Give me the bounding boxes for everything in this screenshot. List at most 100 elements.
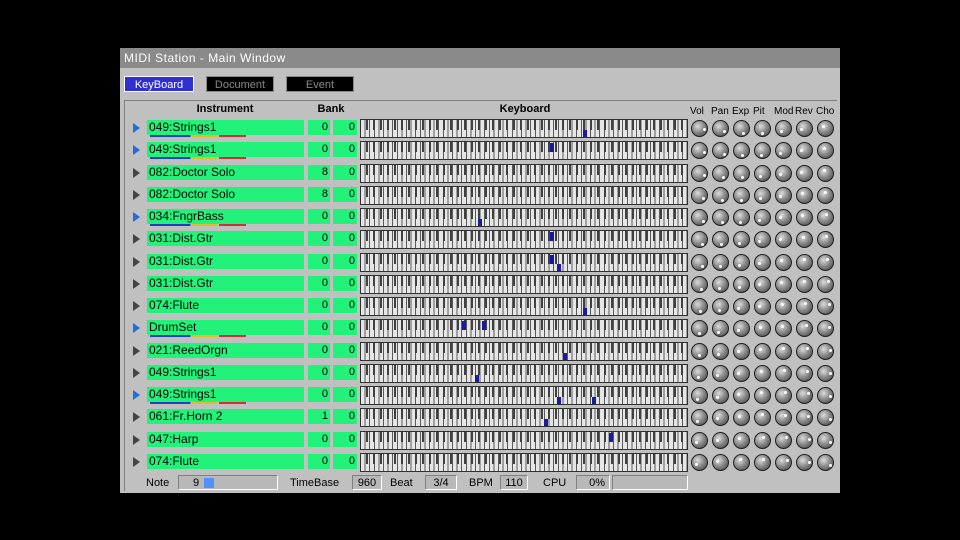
knob-cho[interactable] (817, 431, 834, 449)
knob-exp[interactable] (733, 342, 750, 360)
knob-rev[interactable] (796, 298, 813, 315)
knob-pan[interactable] (712, 142, 729, 160)
knob-cho[interactable] (817, 342, 834, 360)
bank-msb[interactable]: 1 (308, 409, 330, 425)
knob-pit[interactable] (754, 320, 771, 338)
knob-mod[interactable] (775, 120, 792, 137)
bank-lsb[interactable]: 0 (333, 186, 357, 202)
bank-lsb[interactable]: 0 (333, 253, 357, 269)
knob-pan[interactable] (712, 120, 729, 137)
instrument-name[interactable]: 061:Fr.Horn 2 (147, 409, 304, 425)
knob-mod[interactable] (775, 275, 792, 293)
knob-cho[interactable] (817, 231, 834, 249)
knob-rev[interactable] (796, 164, 813, 182)
knob-exp[interactable] (733, 298, 750, 315)
piano-keyboard[interactable] (360, 408, 688, 428)
bank-lsb[interactable]: 0 (333, 364, 357, 380)
knob-pit[interactable] (754, 364, 771, 382)
instrument-name[interactable]: 021:ReedOrgn (147, 342, 304, 358)
bank-msb[interactable]: 0 (308, 453, 330, 469)
knob-mod[interactable] (775, 453, 792, 471)
piano-keyboard[interactable] (360, 363, 688, 383)
knob-pit[interactable] (754, 120, 771, 137)
knob-rev[interactable] (796, 253, 813, 271)
piano-keyboard[interactable] (360, 386, 688, 405)
bank-lsb[interactable]: 0 (333, 142, 357, 158)
piano-keyboard[interactable] (360, 230, 688, 250)
bank-msb[interactable]: 0 (308, 320, 330, 336)
knob-vol[interactable] (691, 431, 708, 449)
track-arrow-icon[interactable] (133, 367, 140, 378)
knob-rev[interactable] (796, 342, 813, 360)
piano-keyboard[interactable] (360, 297, 688, 316)
knob-exp[interactable] (733, 231, 750, 249)
instrument-name[interactable]: 049:Strings1 (147, 387, 304, 402)
knob-vol[interactable] (691, 253, 708, 271)
knob-cho[interactable] (817, 364, 834, 382)
bank-msb[interactable]: 0 (308, 364, 330, 380)
track-arrow-icon[interactable] (133, 278, 140, 289)
piano-keyboard[interactable] (360, 185, 688, 205)
bank-lsb[interactable]: 0 (333, 342, 357, 358)
instrument-name[interactable]: 049:Strings1 (147, 142, 304, 158)
instrument-name[interactable]: 031:Dist.Gtr (147, 253, 304, 269)
instrument-name[interactable]: 074:Flute (147, 298, 304, 313)
knob-mod[interactable] (775, 431, 792, 449)
knob-rev[interactable] (796, 320, 813, 338)
knob-pan[interactable] (712, 275, 729, 293)
bank-lsb[interactable]: 0 (333, 120, 357, 135)
knob-pit[interactable] (754, 164, 771, 182)
piano-keyboard[interactable] (360, 141, 688, 161)
track-arrow-icon[interactable] (133, 256, 140, 267)
knob-vol[interactable] (691, 186, 708, 204)
bank-lsb[interactable]: 0 (333, 387, 357, 402)
piano-keyboard[interactable] (360, 319, 688, 339)
knob-pit[interactable] (754, 231, 771, 249)
track-arrow-icon[interactable] (133, 412, 140, 423)
piano-keyboard[interactable] (360, 341, 688, 361)
tab-keyboard[interactable]: KeyBoard (124, 76, 194, 92)
bank-msb[interactable]: 0 (308, 298, 330, 313)
knob-pan[interactable] (712, 209, 729, 226)
knob-rev[interactable] (796, 209, 813, 226)
knob-exp[interactable] (733, 142, 750, 160)
knob-pan[interactable] (712, 298, 729, 315)
knob-vol[interactable] (691, 387, 708, 404)
knob-pan[interactable] (712, 231, 729, 249)
knob-pan[interactable] (712, 409, 729, 427)
knob-exp[interactable] (733, 364, 750, 382)
knob-exp[interactable] (733, 275, 750, 293)
knob-pan[interactable] (712, 364, 729, 382)
bank-lsb[interactable]: 0 (333, 320, 357, 336)
knob-rev[interactable] (796, 431, 813, 449)
instrument-name[interactable]: 082:Doctor Solo (147, 186, 304, 202)
knob-exp[interactable] (733, 387, 750, 404)
knob-pan[interactable] (712, 453, 729, 471)
knob-pit[interactable] (754, 342, 771, 360)
piano-keyboard[interactable] (360, 452, 688, 472)
instrument-name[interactable]: 047:Harp (147, 431, 304, 447)
knob-pit[interactable] (754, 253, 771, 271)
bank-msb[interactable]: 0 (308, 231, 330, 247)
knob-cho[interactable] (817, 164, 834, 182)
note-scroll-thumb[interactable] (204, 478, 215, 489)
knob-cho[interactable] (817, 275, 834, 293)
piano-keyboard[interactable] (360, 208, 688, 227)
knob-rev[interactable] (796, 409, 813, 427)
track-arrow-icon[interactable] (133, 323, 140, 334)
knob-pit[interactable] (754, 298, 771, 315)
knob-rev[interactable] (796, 231, 813, 249)
track-arrow-icon[interactable] (133, 390, 140, 400)
instrument-name[interactable]: 031:Dist.Gtr (147, 231, 304, 247)
knob-pit[interactable] (754, 209, 771, 226)
track-arrow-icon[interactable] (133, 234, 140, 245)
knob-rev[interactable] (796, 453, 813, 471)
bank-msb[interactable]: 0 (308, 142, 330, 158)
knob-exp[interactable] (733, 253, 750, 271)
track-arrow-icon[interactable] (133, 212, 140, 222)
knob-mod[interactable] (775, 142, 792, 160)
instrument-name[interactable]: 049:Strings1 (147, 364, 304, 380)
knob-exp[interactable] (733, 409, 750, 427)
knob-pit[interactable] (754, 142, 771, 160)
knob-rev[interactable] (796, 186, 813, 204)
